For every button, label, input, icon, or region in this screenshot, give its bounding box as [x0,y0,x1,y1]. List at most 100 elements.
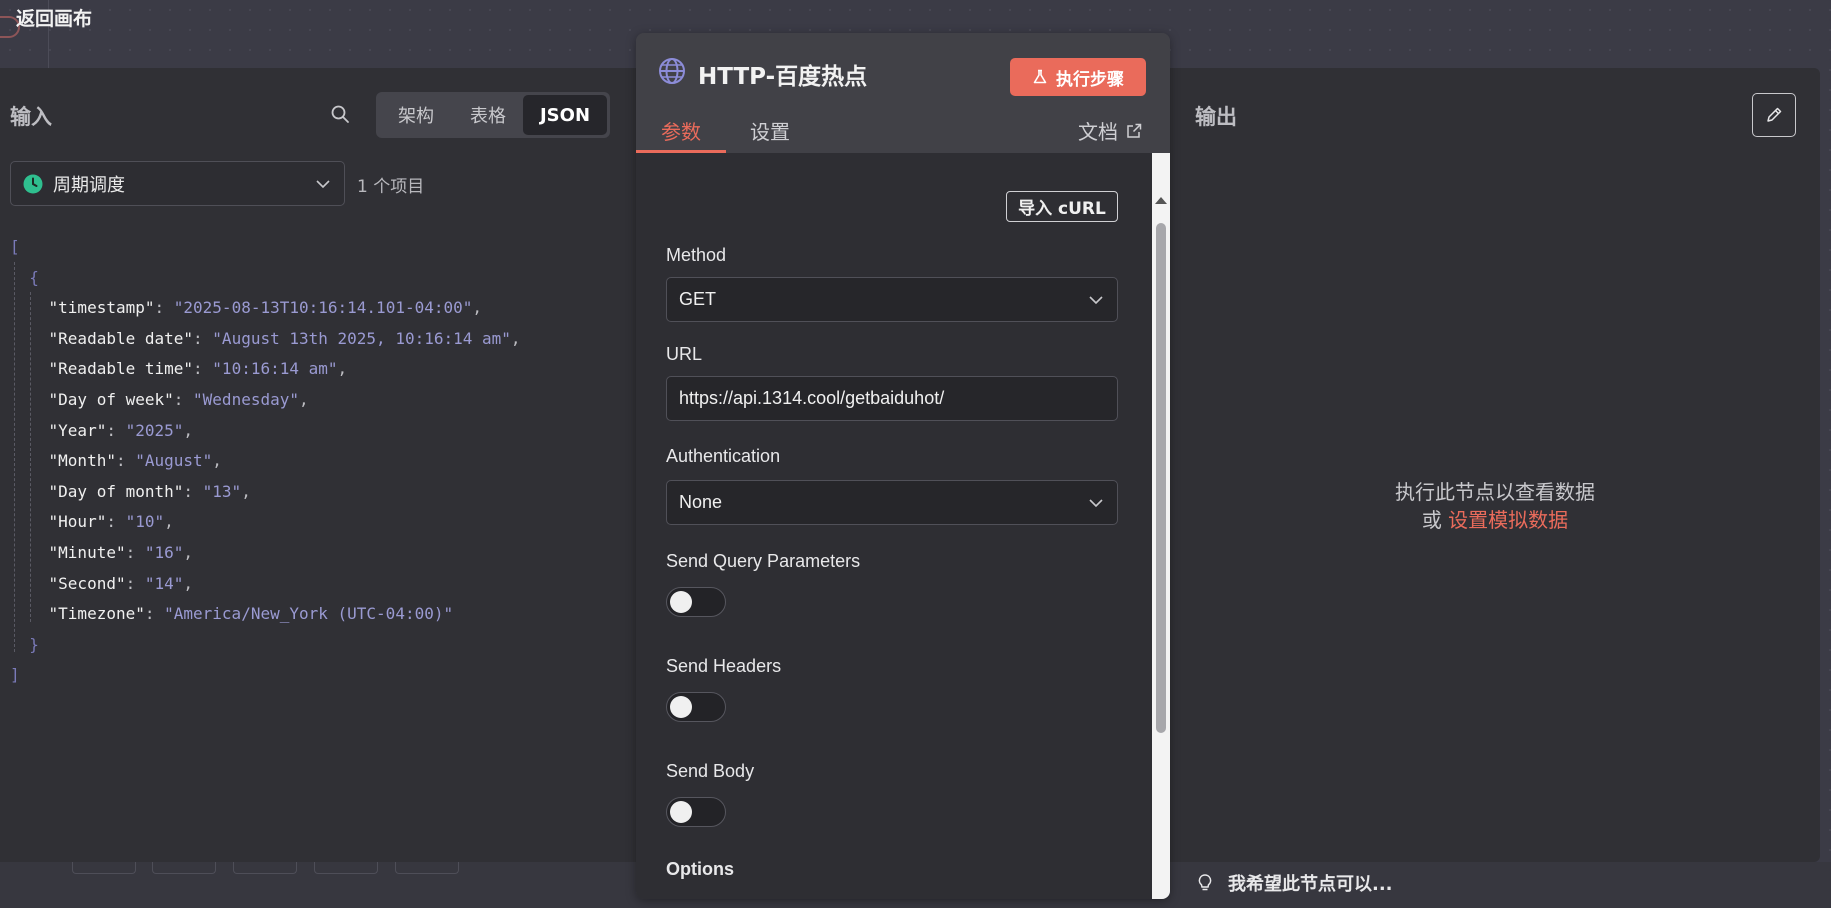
view-schema-tab[interactable]: 架构 [379,95,453,135]
canvas-ghost-tab [395,862,459,874]
json-viewer: [ { "timestamp": "2025-08-13T10:16:14.10… [10,232,521,691]
json-key[interactable]: "Month" [49,451,116,470]
output-panel [1170,68,1820,862]
canvas-ghost-tab [314,862,378,874]
pencil-icon [1767,107,1782,122]
method-label: Method [666,245,727,265]
json-value[interactable]: "August" [135,451,212,470]
json-row: "Minute": "16", [48,542,194,562]
json-close-array: ] [10,665,20,685]
json-row: "Month": "August", [48,451,222,471]
json-row: "Readable time": "10:16:14 am", [48,359,348,379]
authentication-label: Authentication [666,446,781,466]
scrollbar-thumb[interactable] [1156,223,1166,733]
output-empty-message: 执行此节点以查看数据 或 设置模拟数据 [1170,478,1820,534]
json-row: "Hour": "10", [48,512,174,532]
input-node-select[interactable]: 周期调度 [10,161,345,206]
json-key[interactable]: "Hour" [49,512,107,531]
json-value[interactable]: "2025-08-13T10:16:14.101-04:00" [174,298,473,317]
options-label: Options [666,859,734,879]
json-key[interactable]: "Second" [49,574,126,593]
search-icon[interactable] [330,104,350,124]
url-input[interactable]: https://api.1314.cool/getbaiduhot/ [666,376,1118,421]
authentication-value: None [679,492,723,512]
external-link-icon [1127,123,1142,138]
node-feedback-hint[interactable]: 我希望此节点可以... [1196,870,1393,896]
view-json-tab[interactable]: JSON [523,95,607,135]
json-value[interactable]: "Wednesday" [193,390,299,409]
toggle-knob [670,696,692,718]
view-table-tab[interactable]: 表格 [453,95,523,135]
send-body-toggle[interactable] [666,797,726,827]
back-to-canvas-link[interactable]: 返回画布 [16,4,92,31]
json-value[interactable]: "16" [145,543,184,562]
set-mock-data-link[interactable]: 设置模拟数据 [1448,508,1568,532]
json-row: "Day of month": "13", [48,481,251,501]
input-node-label: 周期调度 [53,174,125,196]
url-value: https://api.1314.cool/getbaiduhot/ [679,388,945,408]
canvas-ghost-tab [72,862,136,874]
json-value[interactable]: "10:16:14 am" [212,359,337,378]
json-row: "timestamp": "2025-08-13T10:16:14.101-04… [48,298,483,318]
tab-parameters[interactable]: 参数 [661,116,701,145]
json-value[interactable]: "10" [126,512,165,531]
send-query-label: Send Query Parameters [666,551,861,571]
docs-label: 文档 [1078,120,1118,144]
json-value[interactable]: "13" [203,482,242,501]
json-value[interactable]: "14" [145,574,184,593]
json-value[interactable]: "2025" [126,421,184,440]
empty-prefix: 或 [1421,508,1442,532]
authentication-select[interactable]: None [666,480,1118,525]
empty-line: 执行此节点以查看数据 [1395,480,1595,504]
node-parameters-panel: HTTP-百度热点 执行步骤 参数 设置 文档 导入 cURL Method G… [636,33,1170,899]
method-select[interactable]: GET [666,277,1118,322]
toggle-knob [670,801,692,823]
lightbulb-icon [1198,874,1212,891]
flask-icon [1033,69,1047,84]
json-key[interactable]: "Readable time" [49,359,194,378]
url-label: URL [666,344,703,364]
json-row: "Second": "14", [48,573,194,593]
send-headers-label: Send Headers [666,656,782,676]
toggle-knob [670,591,692,613]
chevron-down-icon [316,179,330,188]
json-key[interactable]: "Day of week" [49,390,174,409]
json-key[interactable]: "Day of month" [49,482,184,501]
import-curl-button[interactable]: 导入 cURL [1006,191,1118,222]
docs-link[interactable]: 文档 [1078,116,1142,145]
item-count: 1 个项目 [357,177,425,197]
send-headers-toggle[interactable] [666,692,726,722]
json-key[interactable]: "timestamp" [49,298,155,317]
globe-icon [659,58,685,84]
json-value[interactable]: "August 13th 2025, 10:16:14 am" [212,329,511,348]
json-row: "Timezone": "America/New_York (UTC-04:00… [48,604,454,624]
node-title[interactable]: HTTP-百度热点 [698,57,867,91]
edit-output-button[interactable] [1752,93,1796,137]
output-panel-title: 输出 [1195,105,1237,129]
json-value[interactable]: "America/New_York (UTC-04:00)" [164,604,453,623]
json-open-object: { [29,267,39,287]
json-key[interactable]: "Year" [49,421,107,440]
method-value: GET [679,289,717,309]
input-panel-title: 输入 [10,105,52,129]
canvas-ghost-tab [233,862,297,874]
send-query-toggle[interactable] [666,587,726,617]
chevron-down-icon [1089,498,1103,507]
json-row: "Year": "2025", [48,420,194,440]
json-key[interactable]: "Timezone" [49,604,145,623]
scroll-up-arrow[interactable] [1155,197,1167,204]
chevron-down-icon [1089,295,1103,304]
json-key[interactable]: "Readable date" [49,329,194,348]
execute-step-label: 执行步骤 [1056,69,1124,90]
json-row: "Readable date": "August 13th 2025, 10:1… [48,328,521,348]
send-body-label: Send Body [666,761,755,781]
node-header: HTTP-百度热点 执行步骤 参数 设置 文档 [636,33,1170,153]
canvas-ghost-tab [152,862,216,874]
execute-step-button[interactable]: 执行步骤 [1010,58,1146,96]
clock-icon [23,174,43,193]
json-key[interactable]: "Minute" [49,543,126,562]
tab-settings[interactable]: 设置 [750,116,790,145]
json-close-object: } [29,634,39,654]
json-row: "Day of week": "Wednesday", [48,389,309,409]
view-mode-switch: 架构 表格 JSON [376,92,610,138]
